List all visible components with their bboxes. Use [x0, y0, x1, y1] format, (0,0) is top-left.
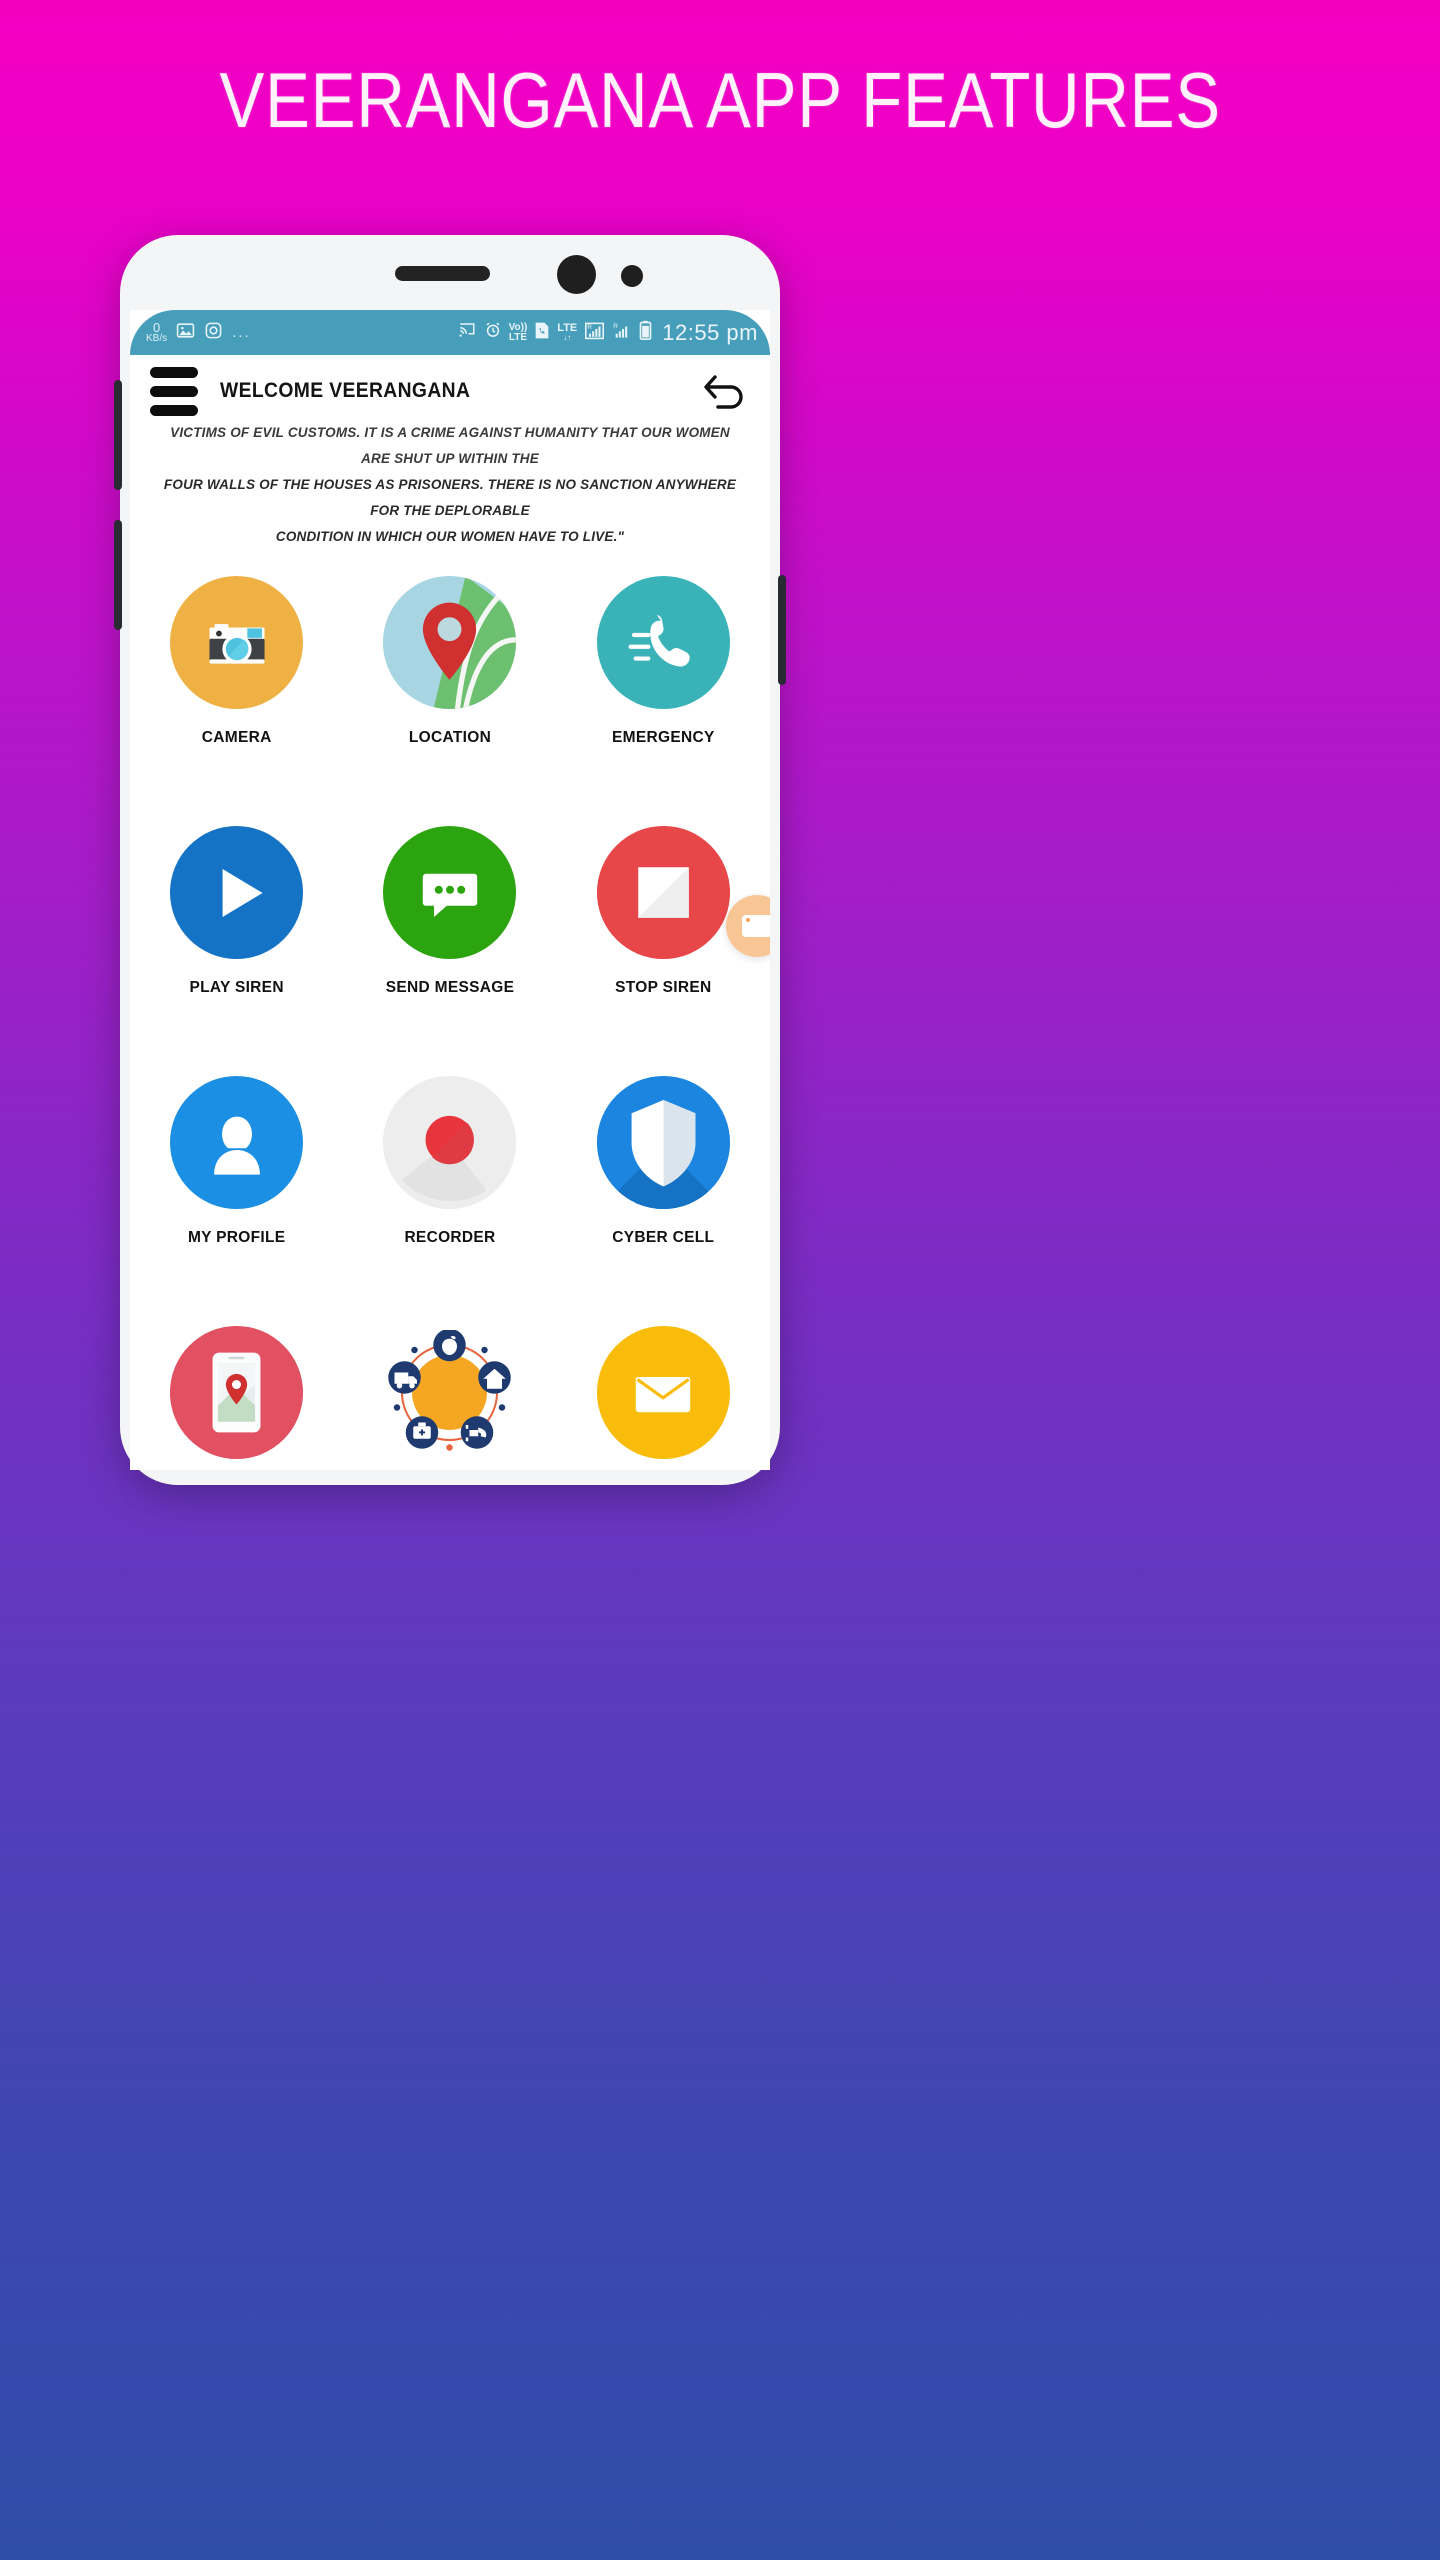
volume-down-button[interactable]	[114, 520, 122, 630]
proximity-sensor-icon	[621, 265, 643, 287]
svg-text:R: R	[614, 323, 619, 330]
lte-data-icon: LTE ↓↑	[557, 321, 578, 342]
phone-screen: 0 KB/s ... Vo)) LTE LTE ↓↑ R R 12:55 pm …	[130, 310, 770, 1470]
signal-1-icon: R	[584, 321, 605, 345]
map-pin-icon	[383, 576, 517, 709]
feature-label: CAMERA	[201, 729, 272, 746]
power-button[interactable]	[778, 575, 786, 685]
record-dot-icon	[383, 1076, 517, 1209]
feature-send-message[interactable]: SEND MESSAGE	[343, 810, 556, 1060]
feature-label: CYBER CELL	[612, 1229, 715, 1246]
volume-up-button[interactable]	[114, 380, 122, 490]
quote-line-3: CONDITION IN WHICH OUR WOMEN HAVE TO LIV…	[275, 529, 625, 544]
user-profile-icon	[170, 1076, 304, 1209]
quote-line-2: FOUR WALLS OF THE HOUSES AS PRISONERS. T…	[163, 477, 737, 518]
feature-safety-review[interactable]: SAFETY REVIEW	[130, 1310, 343, 1470]
volte-icon: Vo)) LTE	[508, 321, 528, 343]
feature-label: MY PROFILE	[187, 1229, 286, 1246]
feature-location[interactable]: LOCATION	[343, 560, 556, 810]
cast-icon	[457, 321, 477, 344]
data-rate-indicator: 0 KB/s	[146, 320, 168, 344]
page-title: VEERANGANA APP FEATURES	[219, 55, 1221, 144]
feature-women-utility[interactable]: WOMEN UTILITY	[343, 1310, 556, 1470]
feature-label: SEND MESSAGE	[385, 979, 515, 996]
feature-emergency[interactable]: EMERGENCY	[557, 560, 770, 810]
intro-quote: VICTIMS OF EVIL CUSTOMS. IT IS A CRIME A…	[130, 425, 770, 550]
phone-map-icon	[170, 1326, 304, 1459]
phone-call-icon	[596, 576, 730, 709]
feature-label: EMERGENCY	[612, 729, 715, 746]
app-bar-title: WELCOME VEERANGANA	[220, 379, 471, 402]
chat-bubble-icon	[383, 826, 517, 959]
feature-play-siren[interactable]: PLAY SIREN	[130, 810, 343, 1060]
poster-title-area: VEERANGANA APP FEATURES	[0, 0, 1440, 200]
envelope-icon	[596, 1326, 730, 1459]
feature-camera[interactable]: CAMERA	[130, 560, 343, 810]
battery-icon	[639, 320, 652, 345]
camera-icon	[170, 576, 304, 709]
phone-mockup: 0 KB/s ... Vo)) LTE LTE ↓↑ R R 12:55 pm …	[114, 235, 786, 1485]
feature-cyber-cell[interactable]: CYBER CELL	[557, 1060, 770, 1310]
feature-recorder[interactable]: RECORDER	[343, 1060, 556, 1310]
feature-label: STOP SIREN	[615, 979, 712, 996]
app-bar: WELCOME VEERANGANA	[130, 355, 770, 427]
stop-square-icon	[596, 826, 730, 959]
more-notifications-icon: ...	[232, 324, 251, 341]
feature-grid: CAMERA LOCATION EMERGENCY PLAY SIREN SEN…	[130, 560, 770, 1470]
utility-wheel-icon	[383, 1326, 517, 1459]
signal-2-icon: R	[612, 321, 632, 345]
sim-call-icon	[534, 321, 550, 345]
feature-offline-sms[interactable]: OFFLINE SMS	[557, 1310, 770, 1470]
quote-line-1: VICTIMS OF EVIL CUSTOMS. IT IS A CRIME A…	[170, 425, 730, 466]
front-camera-icon	[557, 255, 596, 294]
hamburger-menu-icon[interactable]	[150, 366, 198, 416]
earpiece-speaker	[395, 266, 490, 281]
status-bar-clock: 12:55 pm	[662, 319, 758, 345]
play-icon	[170, 826, 304, 959]
alarm-icon	[484, 321, 502, 344]
gallery-icon	[176, 321, 195, 345]
undo-back-arrow-icon[interactable]	[702, 369, 748, 416]
feature-my-profile[interactable]: MY PROFILE	[130, 1060, 343, 1310]
svg-text:R: R	[588, 323, 593, 330]
shield-icon	[596, 1076, 730, 1209]
status-bar: 0 KB/s ... Vo)) LTE LTE ↓↑ R R 12:55 pm	[130, 310, 770, 355]
instagram-icon	[204, 321, 223, 345]
feature-label: RECORDER	[404, 1229, 496, 1246]
feature-label: LOCATION	[408, 729, 492, 746]
feature-label: PLAY SIREN	[189, 979, 284, 996]
